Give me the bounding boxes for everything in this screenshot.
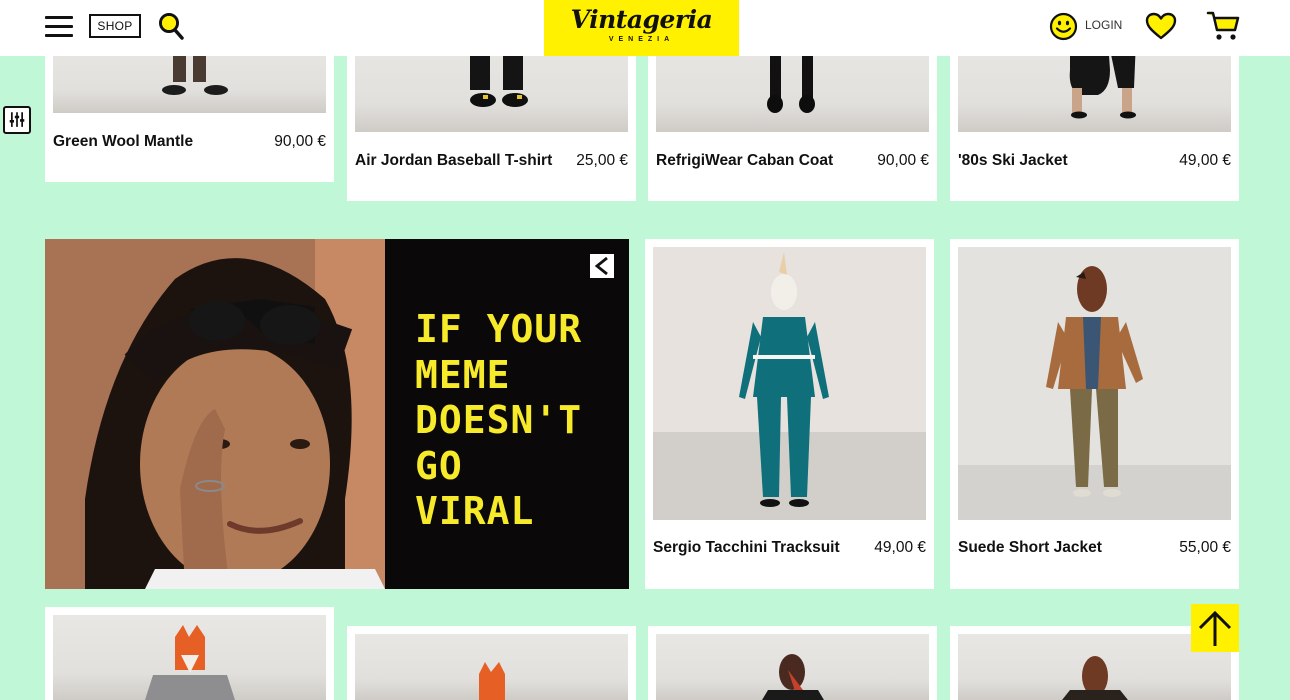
product-price: 90,00 € <box>877 152 929 169</box>
site-header: SHOP Vintageria VENEZIA LOGIN <box>0 0 1290 56</box>
product-photo <box>355 634 628 700</box>
product-name: Sergio Tacchini Tracksuit <box>653 539 840 556</box>
smiley-icon[interactable] <box>1049 12 1078 41</box>
logo-subtitle: VENEZIA <box>608 36 675 43</box>
product-name: '80s Ski Jacket <box>958 152 1068 169</box>
product-name: Air Jordan Baseball T-shirt <box>355 152 553 169</box>
product-figure <box>479 662 505 700</box>
product-card[interactable]: Suede Short Jacket 55,00 € <box>950 239 1239 589</box>
product-price: 25,00 € <box>576 152 628 169</box>
product-card[interactable]: Air Jordan Baseball T-shirt 25,00 € <box>347 40 636 201</box>
product-price: 49,00 € <box>874 539 926 556</box>
product-name: Green Wool Mantle <box>53 133 194 150</box>
heart-icon[interactable] <box>1145 12 1177 40</box>
product-photo <box>656 634 929 700</box>
cart-icon[interactable] <box>1206 10 1240 42</box>
product-figure <box>653 247 926 520</box>
product-price: 90,00 € <box>274 133 326 150</box>
product-card[interactable]: RefrigiWear Caban Coat 90,00 € <box>648 40 937 201</box>
product-card[interactable]: Sergio Tacchini Tracksuit 49,00 € <box>645 239 934 589</box>
menu-icon[interactable] <box>45 14 73 38</box>
product-price: 55,00 € <box>1179 539 1231 556</box>
product-photo <box>958 247 1231 520</box>
meme-line: MEME <box>415 352 511 397</box>
product-card[interactable]: Green Wool Mantle 90,00 € <box>45 40 334 182</box>
promo-banner[interactable]: IF YOUR MEME DOESN'T GO VIRAL <box>45 239 629 589</box>
product-figure <box>958 247 1231 520</box>
product-name: RefrigiWear Caban Coat <box>656 152 834 169</box>
banner-photo <box>45 239 385 589</box>
login-link[interactable]: LOGIN <box>1085 18 1122 32</box>
meme-line: VIRAL <box>415 489 535 533</box>
product-name: Suede Short Jacket <box>958 539 1102 556</box>
arrow-up-icon[interactable] <box>1191 604 1239 652</box>
meme-text: IF YOUR MEME DOESN'T GO VIRAL <box>415 307 582 535</box>
product-figure <box>145 625 235 700</box>
product-card[interactable] <box>45 607 334 700</box>
meme-line: IF YOUR <box>415 307 583 351</box>
product-photo <box>653 247 926 520</box>
product-card[interactable] <box>347 626 636 700</box>
shop-button[interactable]: SHOP <box>89 14 141 38</box>
product-card[interactable]: '80s Ski Jacket 49,00 € <box>950 40 1239 201</box>
meme-line: GO <box>415 443 463 488</box>
banner-portrait <box>45 239 385 589</box>
search-icon[interactable] <box>158 12 184 40</box>
product-figure <box>762 654 824 700</box>
meme-line: DOESN'T <box>415 398 583 442</box>
product-photo <box>53 615 326 700</box>
filter-icon[interactable] <box>3 106 31 134</box>
product-price: 49,00 € <box>1179 152 1231 169</box>
product-card[interactable] <box>648 626 937 700</box>
logo-wordmark: Vintageria <box>570 5 713 34</box>
site-logo[interactable]: Vintageria VENEZIA <box>544 0 739 56</box>
banner-meme-panel: IF YOUR MEME DOESN'T GO VIRAL <box>385 239 629 589</box>
share-icon[interactable] <box>590 254 614 278</box>
